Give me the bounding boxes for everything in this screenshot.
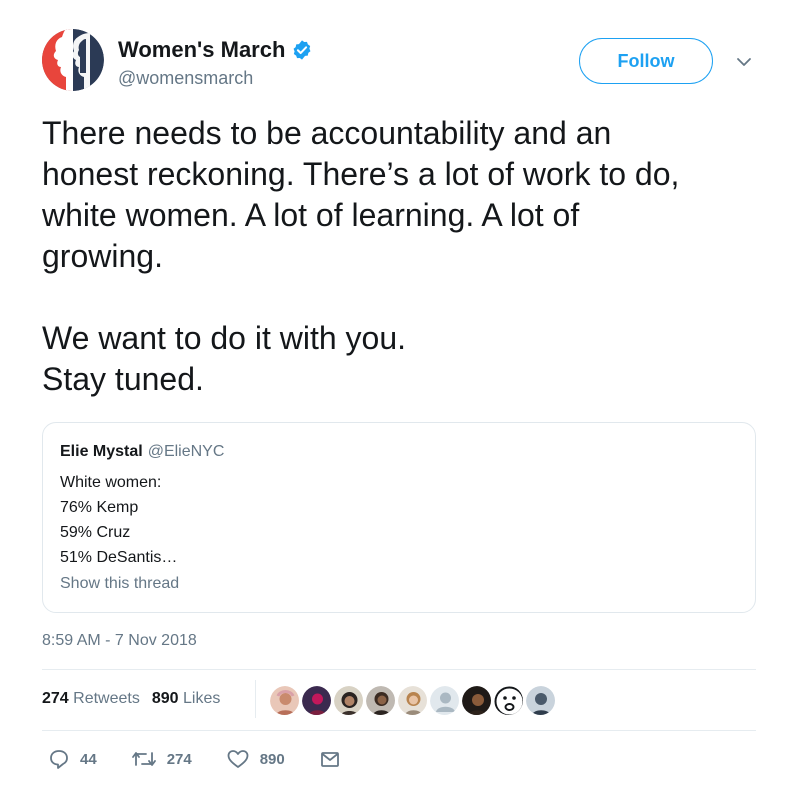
- stats-divider: [255, 680, 256, 718]
- emoji-avatar-icon: [494, 686, 523, 715]
- liker-avatar[interactable]: [301, 685, 332, 716]
- liker-avatar[interactable]: [397, 685, 428, 716]
- likes-count: 890: [151, 690, 179, 707]
- direct-message-action[interactable]: [319, 748, 341, 770]
- liker-avatar[interactable]: [365, 685, 396, 716]
- user-avatar-icon: [366, 686, 395, 715]
- liker-avatar[interactable]: [429, 685, 460, 716]
- author-avatar[interactable]: [42, 29, 104, 91]
- likers-avatars: [269, 685, 557, 716]
- retweets-count: 274: [42, 690, 69, 707]
- quoted-tweet-text: White women: 76% Kemp 59% Cruz 51% DeSan…: [60, 470, 177, 570]
- quoted-line: 59% Cruz: [60, 524, 131, 541]
- tweet-actions: 44 274 890: [48, 748, 375, 770]
- likes-label: Likes: [183, 690, 221, 707]
- show-thread-link[interactable]: Show this thread: [60, 575, 179, 593]
- reply-icon: [50, 750, 68, 769]
- retweets-stat[interactable]: 274 Retweets: [42, 690, 140, 708]
- tweet-timestamp[interactable]: 8:59 AM - 7 Nov 2018: [42, 632, 197, 650]
- like-count: 890: [259, 750, 285, 768]
- quoted-author-name: Elie Mystal: [60, 443, 143, 460]
- retweets-label: Retweets: [73, 690, 140, 707]
- liker-avatar[interactable]: [269, 685, 300, 716]
- retweet-count: 274: [166, 750, 192, 768]
- user-avatar-icon: [526, 686, 555, 715]
- quoted-tweet-header: Elie Mystal @ElieNYC: [60, 443, 224, 461]
- author-display-name[interactable]: Women's March: [118, 37, 285, 63]
- user-avatar-icon: [302, 686, 331, 715]
- verified-badge-icon: [293, 40, 311, 60]
- engagement-stats: 274 Retweets 890 Likes: [42, 690, 220, 708]
- quoted-line: 76% Kemp: [60, 499, 139, 516]
- tweet-text: There needs to be accountability and an …: [42, 113, 772, 400]
- like-action[interactable]: 890: [226, 748, 285, 770]
- user-avatar-icon: [398, 686, 427, 715]
- user-avatar-icon: [270, 686, 299, 715]
- retweet-icon: [131, 752, 156, 766]
- liker-avatar[interactable]: [493, 685, 524, 716]
- liker-avatar[interactable]: [525, 685, 556, 716]
- quoted-line: White women:: [60, 474, 162, 491]
- tweet-paragraph: We want to do it with you. Stay tuned.: [42, 320, 407, 397]
- envelope-icon: [320, 752, 339, 767]
- quoted-author-handle: @ElieNYC: [147, 443, 225, 460]
- default-avatar-icon: [430, 686, 459, 715]
- heart-icon: [227, 750, 249, 768]
- reply-count: 44: [80, 750, 97, 768]
- liker-avatar[interactable]: [461, 685, 492, 716]
- divider: [42, 730, 756, 731]
- author-handle[interactable]: @womensmarch: [118, 68, 253, 89]
- retweet-action[interactable]: 274: [131, 748, 192, 770]
- womens-march-logo-icon: [42, 29, 104, 91]
- liker-avatar[interactable]: [333, 685, 364, 716]
- likes-stat[interactable]: 890 Likes: [152, 690, 221, 708]
- tweet-paragraph: There needs to be accountability and an …: [42, 115, 680, 274]
- follow-button[interactable]: Follow: [579, 38, 713, 84]
- quoted-line: 51% DeSantis…: [60, 549, 178, 566]
- quoted-tweet-card[interactable]: Elie Mystal @ElieNYC White women: 76% Ke…: [42, 422, 756, 613]
- chevron-down-icon[interactable]: [735, 55, 753, 69]
- reply-action[interactable]: 44: [48, 748, 97, 770]
- divider: [42, 669, 756, 670]
- author-name-row[interactable]: Women's March: [118, 37, 313, 63]
- user-avatar-icon: [462, 686, 491, 715]
- user-avatar-icon: [334, 686, 363, 715]
